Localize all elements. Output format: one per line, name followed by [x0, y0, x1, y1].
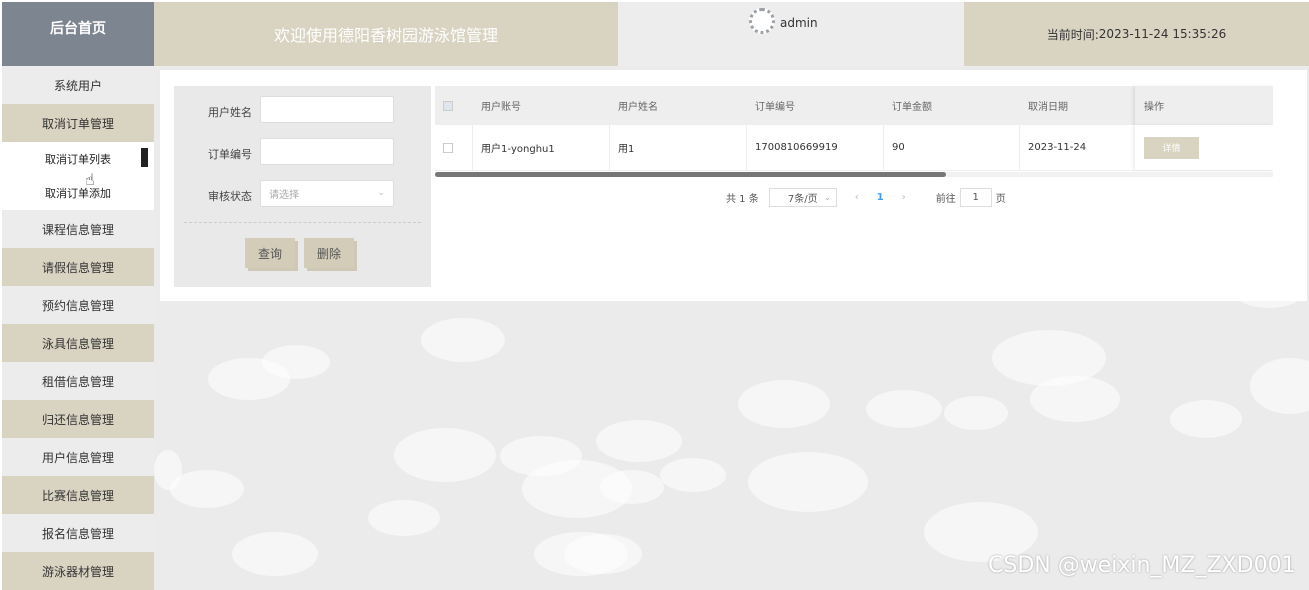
sidebar-item-registrations[interactable]: 报名信息管理 [2, 514, 154, 552]
pagination: 共 1 条 7条/页 ⌄ ‹ 1 › 前往 1 页 [726, 188, 1006, 207]
user-area[interactable]: admin [618, 2, 964, 66]
goto-unit: 页 [995, 194, 1006, 205]
col-action: 操作 [1135, 86, 1273, 125]
chevron-down-icon: ⌄ [377, 188, 385, 198]
col-account: 用户账号 [473, 86, 610, 125]
time-value: 2023-11-24 15:35:26 [1098, 27, 1227, 41]
sidebar-item-users[interactable]: 用户信息管理 [2, 438, 154, 476]
watermark: CSDN @weixin_MZ_ZXD001 [988, 553, 1296, 578]
search-form: 用户姓名 订单编号 审核状态 请选择 ⌄ 查询 删除 [174, 86, 431, 287]
select-all-checkbox[interactable] [443, 100, 453, 111]
page-number-current[interactable]: 1 [877, 192, 884, 203]
header: 后台首页 欢迎使用德阳香树园游泳馆管理 admin 当前时间: 2023-11-… [0, 0, 1309, 66]
cell-action: 详情 [1135, 125, 1273, 170]
goto-label: 前往 [935, 194, 956, 205]
page-size-select[interactable]: 7条/页 ⌄ [768, 188, 837, 207]
sidebar-item-swim-gear[interactable]: 泳具信息管理 [2, 324, 154, 362]
horizontal-scrollbar[interactable] [435, 172, 946, 177]
current-time: 当前时间: 2023-11-24 15:35:26 [964, 2, 1309, 66]
query-button[interactable]: 查询 [245, 238, 295, 268]
username-input[interactable] [260, 96, 394, 123]
review-status-placeholder: 请选择 [269, 190, 299, 201]
time-label: 当前时间: [1046, 27, 1099, 42]
col-order-no: 订单编号 [747, 86, 884, 125]
sidebar-item-competitions[interactable]: 比赛信息管理 [2, 476, 154, 514]
delete-button[interactable]: 删除 [304, 238, 354, 268]
table-row: 用户1-yonghu1 用1 1700810669919 90 2023-11-… [435, 125, 1273, 171]
sidebar-item-courses[interactable]: 课程信息管理 [2, 210, 154, 248]
sidebar-item-rentals[interactable]: 租借信息管理 [2, 362, 154, 400]
prev-page-button[interactable]: ‹ [855, 192, 859, 203]
active-marker [141, 148, 148, 167]
sidebar-item-equipment[interactable]: 游泳器材管理 [2, 552, 154, 590]
sidebar-submenu-cancel-orders: 取消订单列表 取消订单添加 [2, 142, 154, 210]
orders-table: 用户账号 用户姓名 订单编号 订单金额 取消日期 操作 用户1-yonghu1 … [435, 86, 1273, 177]
table-header: 用户账号 用户姓名 订单编号 订单金额 取消日期 操作 [435, 86, 1273, 125]
order-no-label: 订单编号 [208, 148, 252, 161]
sidebar-subitem-cancel-order-add[interactable]: 取消订单添加 [2, 176, 154, 210]
main-panel: 用户姓名 订单编号 审核状态 请选择 ⌄ 查询 删除 用户账号 用户姓名 订单编… [160, 70, 1307, 301]
welcome-title: 欢迎使用德阳香树园游泳馆管理 [154, 2, 618, 66]
pointer-cursor-icon: ☝ [85, 170, 95, 189]
review-status-select[interactable]: 请选择 ⌄ [260, 180, 394, 207]
sidebar-item-leave[interactable]: 请假信息管理 [2, 248, 154, 286]
cell-amount: 90 [884, 125, 1020, 170]
page-size-value: 7条/页 [787, 194, 818, 205]
row-checkbox[interactable] [443, 142, 453, 153]
row-select-cell [435, 125, 473, 170]
order-no-input[interactable] [260, 138, 394, 165]
cell-account: 用户1-yonghu1 [473, 125, 610, 170]
cell-order-no: 1700810669919 [747, 125, 884, 170]
sidebar-item-returns[interactable]: 归还信息管理 [2, 400, 154, 438]
select-all-cell [435, 86, 473, 125]
total-count: 共 1 条 [726, 194, 759, 205]
sidebar: 系统用户 取消订单管理 取消订单列表 取消订单添加 课程信息管理 请假信息管理 … [2, 66, 154, 590]
col-name: 用户姓名 [610, 86, 747, 125]
avatar[interactable] [749, 8, 775, 34]
next-page-button[interactable]: › [902, 192, 906, 203]
sidebar-item-cancel-orders[interactable]: 取消订单管理 [2, 104, 154, 142]
sidebar-item-system-users[interactable]: 系统用户 [2, 66, 154, 104]
goto-page-input[interactable]: 1 [959, 188, 992, 207]
sidebar-subitem-cancel-order-list[interactable]: 取消订单列表 [2, 142, 154, 176]
col-amount: 订单金额 [884, 86, 1020, 125]
username-label: 用户姓名 [208, 106, 252, 119]
home-link[interactable]: 后台首页 [2, 2, 154, 66]
chevron-down-icon: ⌄ [824, 193, 831, 202]
cell-name: 用1 [610, 125, 747, 170]
divider [184, 222, 421, 223]
detail-button[interactable]: 详情 [1144, 136, 1199, 159]
username[interactable]: admin [780, 16, 818, 30]
sidebar-item-reservations[interactable]: 预约信息管理 [2, 286, 154, 324]
review-status-label: 审核状态 [208, 190, 252, 203]
